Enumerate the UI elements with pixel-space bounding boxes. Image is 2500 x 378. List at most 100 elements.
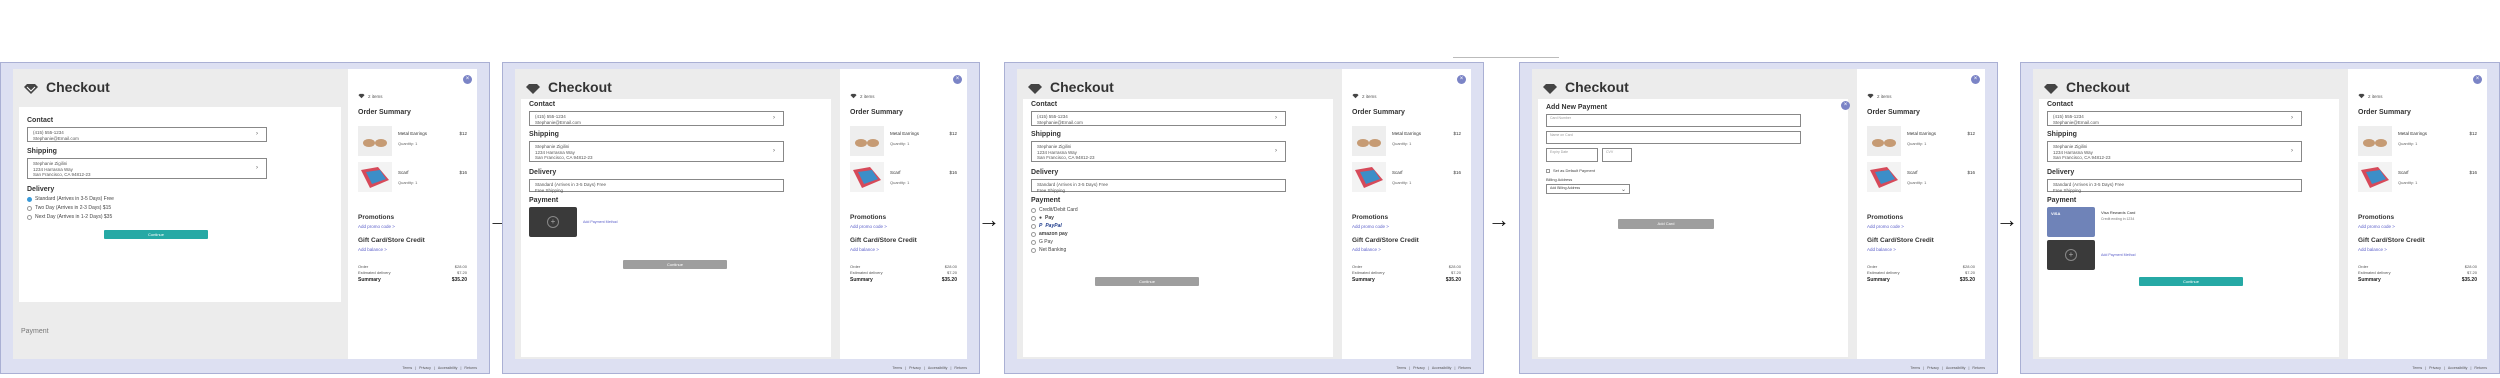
cart-count: 2 items bbox=[1352, 93, 1377, 99]
add-balance-link[interactable]: Add balance > bbox=[1352, 247, 1381, 252]
add-balance-link[interactable]: Add balance > bbox=[850, 247, 879, 252]
contact-field[interactable]: (415) 555-1234 Stephanie@Email.com › bbox=[1031, 111, 1286, 126]
delivery-option-twoday[interactable]: Two Day (Arrives in 2-3 Days) $15 bbox=[27, 205, 111, 211]
saved-card-tile[interactable]: VISA bbox=[2047, 207, 2095, 237]
privacy-link[interactable]: Privacy bbox=[1927, 366, 1939, 370]
promotions-heading: Promotions bbox=[850, 214, 887, 221]
add-card-tile[interactable]: + bbox=[529, 207, 577, 237]
add-payment-link[interactable]: Add Payment Method bbox=[2101, 253, 2136, 257]
checkout-window: Checkout Contact (415) 555-1234 Stephanie… bbox=[13, 69, 477, 359]
privacy-link[interactable]: Privacy bbox=[419, 366, 431, 370]
shipping-field[interactable]: Stephanie Zigilini 1234 Harrasna Way San F… bbox=[2047, 141, 2302, 162]
terms-link[interactable]: Terms bbox=[1396, 366, 1406, 370]
continue-button[interactable]: Continue bbox=[623, 260, 727, 269]
add-promo-link[interactable]: Add promo code > bbox=[1867, 224, 1904, 229]
close-icon[interactable]: × bbox=[1841, 101, 1850, 110]
close-icon[interactable]: × bbox=[463, 75, 472, 84]
pay-option-apple[interactable]: ● Pay bbox=[1031, 215, 1054, 221]
name-on-card-input[interactable]: Name on Card bbox=[1546, 131, 1801, 144]
product-price: $16 bbox=[1453, 170, 1461, 175]
pay-option-paypal[interactable]: P PayPal bbox=[1031, 223, 1062, 229]
privacy-link[interactable]: Privacy bbox=[1413, 366, 1425, 370]
product-price: $12 bbox=[1453, 131, 1461, 136]
continue-button[interactable]: Continue bbox=[2139, 277, 2243, 286]
default-payment-checkbox[interactable]: Set as Default Payment bbox=[1546, 168, 1595, 173]
pay-option-amazon[interactable]: amazon pay bbox=[1031, 231, 1068, 237]
returns-link[interactable]: Returns bbox=[954, 366, 967, 370]
shipping-field[interactable]: Stephanie Zigilini 1234 Harrasna Way San F… bbox=[1031, 141, 1286, 162]
scarf-image bbox=[1352, 162, 1386, 192]
terms-link[interactable]: Terms bbox=[402, 366, 412, 370]
close-icon[interactable]: × bbox=[2473, 75, 2482, 84]
add-card-button[interactable]: Add Card bbox=[1618, 219, 1714, 229]
add-promo-link[interactable]: Add promo code > bbox=[850, 224, 887, 229]
contact-field[interactable]: (415) 555-1234 Stephanie@Email.com › bbox=[2047, 111, 2302, 126]
accessibility-link[interactable]: Accessibility bbox=[438, 366, 458, 370]
shipping-heading: Shipping bbox=[27, 148, 57, 155]
cvv-input[interactable]: CVV bbox=[1602, 148, 1632, 162]
card-number-input[interactable]: Card Number bbox=[1546, 114, 1801, 127]
close-icon[interactable]: × bbox=[953, 75, 962, 84]
option-label: Net Banking bbox=[1039, 247, 1067, 253]
accessibility-link[interactable]: Accessibility bbox=[1432, 366, 1452, 370]
close-icon[interactable]: × bbox=[1971, 75, 1980, 84]
product-name: Metal Earrings bbox=[890, 131, 920, 136]
close-icon[interactable]: × bbox=[1457, 75, 1466, 84]
page-title: Checkout bbox=[1050, 79, 1114, 95]
billing-select[interactable]: Add Billing Address ⌄ bbox=[1546, 184, 1630, 194]
contact-field[interactable]: (415) 555-1234 Stephanie@Email.com › bbox=[529, 111, 784, 126]
checkout-screen-5: Checkout Contact (415) 555-1234 Stephanie… bbox=[2020, 62, 2500, 374]
saved-card-sub: Credit ending in 1234 bbox=[2101, 217, 2135, 221]
terms-link[interactable]: Terms bbox=[2412, 366, 2422, 370]
delivery-option-standard[interactable]: Standard (Arrives in 3-5 Days) Free bbox=[27, 196, 114, 202]
radio-icon bbox=[1031, 231, 1036, 237]
value: $35.20 bbox=[2461, 277, 2477, 283]
add-payment-form: × Add New Payment Card Number Name on Ca… bbox=[1538, 99, 1850, 357]
add-payment-link[interactable]: Add Payment Method bbox=[583, 220, 618, 224]
accessibility-link[interactable]: Accessibility bbox=[928, 366, 948, 370]
add-balance-link[interactable]: Add balance > bbox=[1867, 247, 1896, 252]
returns-link[interactable]: Returns bbox=[1972, 366, 1985, 370]
expiry-input[interactable]: Expiry Date bbox=[1546, 148, 1598, 162]
chevron-right-icon: › bbox=[773, 114, 775, 121]
pay-option-card[interactable]: Credit/Debit Card bbox=[1031, 207, 1078, 213]
privacy-link[interactable]: Privacy bbox=[909, 366, 921, 370]
add-balance-link[interactable]: Add balance > bbox=[2358, 247, 2387, 252]
accessibility-link[interactable]: Accessibility bbox=[2448, 366, 2468, 370]
contact-heading: Contact bbox=[529, 101, 556, 108]
add-balance-link[interactable]: Add balance > bbox=[358, 247, 387, 252]
add-card-tile[interactable]: + bbox=[2047, 240, 2095, 270]
add-promo-link[interactable]: Add promo code > bbox=[358, 224, 395, 229]
plus-icon: + bbox=[547, 216, 559, 228]
add-promo-link[interactable]: Add promo code > bbox=[2358, 224, 2395, 229]
pay-option-google[interactable]: G Pay bbox=[1031, 239, 1053, 245]
continue-button[interactable]: Continue bbox=[1095, 277, 1199, 286]
contact-field[interactable]: (415) 555-1234 Stephanie@Email.com › bbox=[27, 127, 267, 142]
page-title: Checkout bbox=[548, 79, 612, 95]
continue-button[interactable]: Continue bbox=[104, 230, 208, 239]
returns-link[interactable]: Returns bbox=[464, 366, 477, 370]
shipping-field[interactable]: Stephanie Zigilini 1234 Harrasna Way San F… bbox=[529, 141, 784, 162]
label: Estimated delivery bbox=[2358, 270, 2391, 275]
pay-option-netbanking[interactable]: Net Banking bbox=[1031, 247, 1066, 253]
chevron-right-icon: › bbox=[2291, 147, 2293, 154]
shipping-field[interactable]: Stephanie Zigilini 1234 Harrasna Way San F… bbox=[27, 158, 267, 179]
order-summary-heading: Order Summary bbox=[358, 109, 411, 116]
privacy-link[interactable]: Privacy bbox=[2429, 366, 2441, 370]
returns-link[interactable]: Returns bbox=[2474, 366, 2487, 370]
delivery-field[interactable]: Standard (Arrives in 3-5 Days) Free Free … bbox=[2047, 179, 2302, 193]
add-promo-link[interactable]: Add promo code > bbox=[1352, 224, 1389, 229]
checkout-main: Checkout × Add New Payment Card Number N… bbox=[1532, 69, 1857, 359]
delivery-field[interactable]: Standard (Arrives in 3-5 Days) Free Free … bbox=[529, 179, 784, 193]
delivery-field[interactable]: Standard (Arrives in 3-5 Days) Free Free … bbox=[1031, 179, 1286, 193]
terms-link[interactable]: Terms bbox=[1910, 366, 1920, 370]
terms-link[interactable]: Terms bbox=[892, 366, 902, 370]
returns-link[interactable]: Returns bbox=[1458, 366, 1471, 370]
delivery-row: Estimated delivery $7.20 bbox=[1352, 270, 1461, 275]
accessibility-link[interactable]: Accessibility bbox=[1946, 366, 1966, 370]
footer-links: Terms | Privacy | Accessibility | Returns bbox=[402, 366, 477, 370]
delivery-option-nextday[interactable]: Next Day (Arrives in 1-2 Days) $35 bbox=[27, 214, 112, 220]
gift-card-heading: Gift Card/Store Credit bbox=[1352, 237, 1419, 244]
value: $35.20 bbox=[451, 277, 467, 283]
value: $35.20 bbox=[1959, 277, 1975, 283]
